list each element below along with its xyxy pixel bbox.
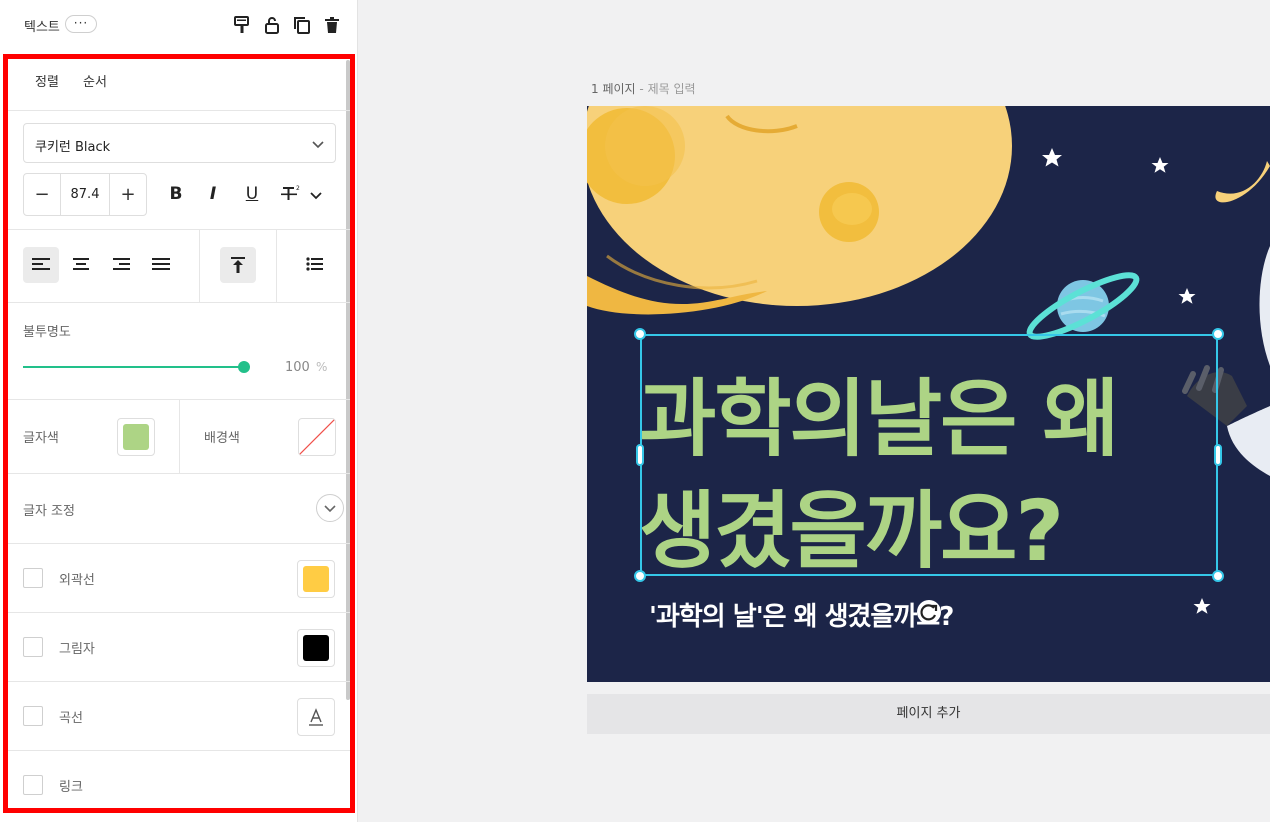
outline-label: 외곽선 <box>59 573 95 588</box>
divider <box>8 681 350 682</box>
resize-handle-bottom-right[interactable] <box>1212 570 1224 582</box>
align-left-button[interactable] <box>23 247 59 283</box>
tab-align[interactable]: 정렬 <box>35 71 59 90</box>
unlock-icon[interactable] <box>262 15 282 35</box>
align-justify-button[interactable] <box>143 247 179 283</box>
increase-size-button[interactable]: + <box>110 174 146 215</box>
resize-handle-bottom-left[interactable] <box>634 570 646 582</box>
add-page-button[interactable]: 페이지 추가 <box>587 694 1270 734</box>
shadow-checkbox[interactable] <box>23 637 43 657</box>
font-family-select[interactable]: 쿠키런 Black <box>23 123 336 163</box>
shadow-color-fill <box>303 635 329 661</box>
curve-settings-button[interactable] <box>297 698 335 736</box>
divider <box>179 400 180 473</box>
panel-header: 텍스트 ··· <box>0 0 358 50</box>
text-adjust-label: 글자 조정 <box>23 504 75 519</box>
resize-handle-top-right[interactable] <box>1212 328 1224 340</box>
resize-handle-right[interactable] <box>1214 444 1222 466</box>
trash-icon[interactable] <box>322 15 342 35</box>
tab-order[interactable]: 순서 <box>83 71 107 90</box>
resize-handle-top-left[interactable] <box>634 328 646 340</box>
svg-text:2: 2 <box>296 185 300 192</box>
divider <box>8 473 350 474</box>
font-size-stepper: − 87.4 + <box>23 173 147 216</box>
subtitle-text[interactable]: '과학의 날'은 왜 생겼을까요? <box>649 596 954 633</box>
text-properties-panel: 텍스트 ··· 정렬 순서 쿠키런 Black − 87.4 + B I U 2 <box>0 0 358 822</box>
divider <box>8 110 350 111</box>
decrease-size-button[interactable]: − <box>24 174 60 215</box>
divider <box>276 230 277 302</box>
page-caption: 1 페이지 - 제목 입력 <box>591 82 696 96</box>
page-number: 1 페이지 <box>591 82 636 96</box>
italic-button[interactable]: I <box>201 182 225 206</box>
opacity-unit: % <box>316 360 328 374</box>
divider <box>8 229 350 230</box>
background-color-swatch[interactable] <box>298 418 336 456</box>
strikethrough-icon[interactable]: 2 <box>278 182 302 206</box>
font-size-input[interactable]: 87.4 <box>60 174 110 215</box>
divider <box>8 302 350 303</box>
rotate-icon <box>920 604 938 621</box>
list-icon[interactable] <box>297 247 333 283</box>
chevron-down-icon[interactable] <box>304 186 328 210</box>
curve-label: 곡선 <box>59 711 83 726</box>
font-family-value: 쿠키런 Black <box>35 140 111 155</box>
resize-handle-left[interactable] <box>636 444 644 466</box>
rotate-handle[interactable] <box>917 600 941 624</box>
divider <box>8 543 350 544</box>
divider <box>8 612 350 613</box>
shadow-label: 그림자 <box>59 642 95 657</box>
shadow-color-swatch[interactable] <box>297 629 335 667</box>
link-label: 링크 <box>59 780 83 795</box>
text-color-swatch[interactable] <box>117 418 155 456</box>
opacity-slider-thumb[interactable] <box>238 361 250 373</box>
align-right-button[interactable] <box>103 247 139 283</box>
outline-color-fill <box>303 566 329 592</box>
more-options-button[interactable]: ··· <box>65 15 97 33</box>
panel-scrollbar[interactable] <box>346 60 350 700</box>
vertical-align-top-button[interactable] <box>220 247 256 283</box>
duplicate-icon[interactable] <box>292 15 312 35</box>
format-painter-icon[interactable] <box>232 15 252 35</box>
text-color-fill <box>123 424 149 450</box>
align-center-button[interactable] <box>63 247 99 283</box>
opacity-label: 불투명도 <box>23 325 71 340</box>
opacity-value[interactable]: 100 <box>285 360 310 375</box>
expand-text-adjust-button[interactable] <box>316 494 344 522</box>
slide-canvas[interactable]: 과학의날은 왜 생겼을까요? '과학의 날'은 왜 생겼을까요? <box>587 106 1270 682</box>
no-color-icon <box>299 419 335 455</box>
divider <box>199 230 200 302</box>
panel-title: 텍스트 <box>24 20 60 35</box>
selection-box[interactable] <box>640 334 1218 576</box>
outline-checkbox[interactable] <box>23 568 43 588</box>
link-checkbox[interactable] <box>23 775 43 795</box>
curved-text-icon <box>309 708 323 726</box>
page-title-input[interactable]: 제목 입력 <box>648 82 696 96</box>
outline-color-swatch[interactable] <box>297 560 335 598</box>
underline-button[interactable]: U <box>240 182 264 206</box>
bold-button[interactable]: B <box>164 182 188 206</box>
opacity-slider[interactable] <box>23 366 244 368</box>
divider <box>8 750 350 751</box>
text-color-label: 글자색 <box>23 431 59 446</box>
chevron-down-icon <box>311 136 325 155</box>
background-color-label: 배경색 <box>204 431 240 446</box>
curve-checkbox[interactable] <box>23 706 43 726</box>
